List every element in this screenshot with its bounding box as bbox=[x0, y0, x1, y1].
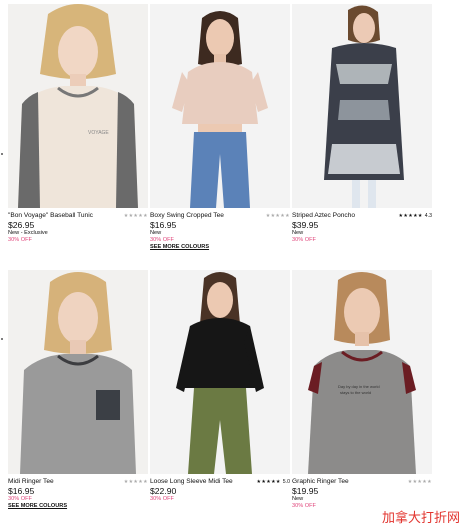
rating-stars-icon: ★★★★★ bbox=[265, 213, 290, 219]
product-info: "Bon Voyage" Baseball Tunic $26.95 New -… bbox=[8, 212, 148, 244]
product-rating: ★★★★★ bbox=[408, 478, 432, 486]
rating-stars-icon: ★★★★★ bbox=[123, 479, 148, 485]
product-image[interactable] bbox=[292, 4, 432, 208]
see-more-colours-link[interactable]: SEE MORE COLOURS bbox=[8, 503, 148, 510]
product-discount: 30% OFF bbox=[292, 237, 316, 243]
product-name[interactable]: Boxy Swing Cropped Tee bbox=[150, 212, 246, 220]
product-rating: ★★★★★ 5.0 bbox=[257, 478, 290, 486]
product-name[interactable]: Midi Ringer Tee bbox=[8, 478, 104, 486]
product-name[interactable]: "Bon Voyage" Baseball Tunic bbox=[8, 212, 104, 220]
svg-text:Day by day in the world: Day by day in the world bbox=[338, 384, 380, 389]
product-rating: ★★★★★ bbox=[124, 212, 148, 220]
product-discount: 30% OFF bbox=[8, 496, 32, 502]
product-discount: 30% OFF bbox=[150, 496, 174, 502]
product-info: Striped Aztec Poncho $39.95 New 30% OFF … bbox=[292, 212, 432, 244]
product-info: Loose Long Sleeve Midi Tee $22.90 30% OF… bbox=[150, 478, 290, 503]
bullet-icon bbox=[1, 153, 3, 155]
product-image[interactable] bbox=[150, 4, 290, 208]
product-tag: New bbox=[292, 496, 304, 502]
product-rating: ★★★★★ 4.3 bbox=[399, 212, 432, 220]
product-price: $19.95 bbox=[292, 486, 319, 496]
product-grid: VOYAGE "Bon Voyage" Baseball Tunic $26.9… bbox=[0, 0, 464, 530]
product-discount: 30% OFF bbox=[150, 237, 174, 243]
product-image[interactable]: VOYAGE bbox=[8, 4, 148, 208]
product-price: $16.95 bbox=[8, 486, 35, 496]
product-tag: New - Exclusive bbox=[8, 230, 48, 236]
product-price: $39.95 bbox=[292, 220, 319, 230]
product-price: $26.95 bbox=[8, 220, 35, 230]
product-tag: New bbox=[292, 230, 304, 236]
product-rating: ★★★★★ bbox=[266, 212, 290, 220]
product-image[interactable]: Day by day in the world stays to the wor… bbox=[292, 270, 432, 474]
product-name[interactable]: Graphic Ringer Tee bbox=[292, 478, 388, 486]
product-price: $16.95 bbox=[150, 220, 177, 230]
rating-stars-icon: ★★★★★ bbox=[407, 479, 432, 485]
rating-value: 4.3 bbox=[424, 213, 432, 219]
rating-value: 5.0 bbox=[282, 479, 290, 485]
svg-text:VOYAGE: VOYAGE bbox=[88, 130, 109, 136]
product-rating: ★★★★★ bbox=[124, 478, 148, 486]
product-name[interactable]: Loose Long Sleeve Midi Tee bbox=[150, 478, 246, 486]
product-price: $22.90 bbox=[150, 486, 177, 496]
svg-text:stays to the world: stays to the world bbox=[340, 390, 371, 395]
product-discount: 30% OFF bbox=[8, 237, 32, 243]
product-info: Graphic Ringer Tee $19.95 New 30% OFF ★★… bbox=[292, 478, 432, 510]
rating-stars-icon: ★★★★★ bbox=[123, 213, 148, 219]
product-image[interactable] bbox=[8, 270, 148, 474]
product-info: Midi Ringer Tee $16.95 30% OFF SEE MORE … bbox=[8, 478, 148, 510]
product-tag: New bbox=[150, 230, 162, 236]
rating-stars-icon: ★★★★★ bbox=[256, 479, 281, 485]
product-info: Boxy Swing Cropped Tee $16.95 New 30% OF… bbox=[150, 212, 290, 251]
bullet-icon bbox=[1, 338, 3, 340]
see-more-colours-link[interactable]: SEE MORE COLOURS bbox=[150, 244, 290, 251]
watermark-logo: 加拿大打折网 bbox=[381, 511, 460, 526]
product-name[interactable]: Striped Aztec Poncho bbox=[292, 212, 388, 220]
product-image[interactable] bbox=[150, 270, 290, 474]
rating-stars-icon: ★★★★★ bbox=[398, 213, 423, 219]
